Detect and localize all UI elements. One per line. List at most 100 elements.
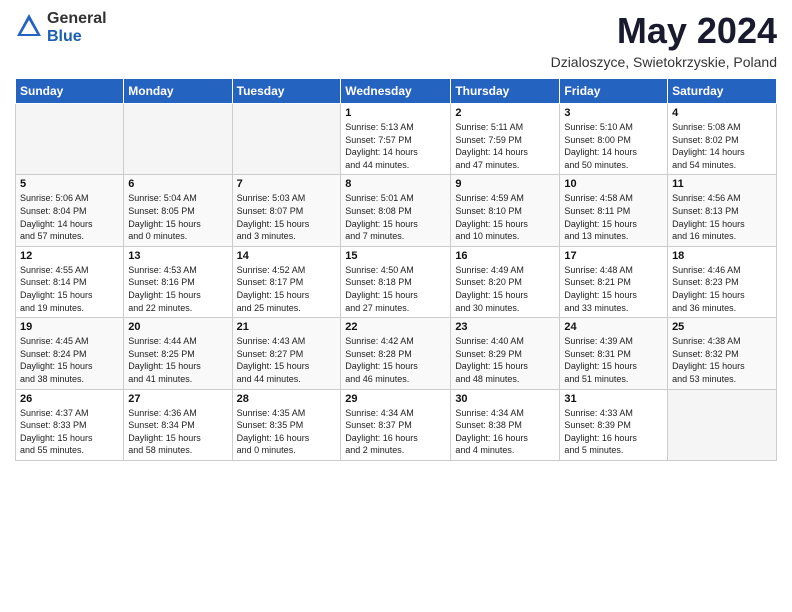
calendar-cell: 10 Sunrise: 4:58 AM Sunset: 8:11 PM Dayli… [560,175,668,246]
weekday-header-wednesday: Wednesday [341,79,451,104]
day-number: 6 [128,178,227,190]
weekday-header-thursday: Thursday [451,79,560,104]
weekday-header-monday: Monday [124,79,232,104]
day-number: 19 [20,321,119,333]
day-number: 23 [455,321,555,333]
calendar-body: 1Sunrise: 5:13 AM Sunset: 7:57 PM Daylig… [16,104,777,461]
calendar-cell: 9 Sunrise: 4:59 AM Sunset: 8:10 PM Daylig… [451,175,560,246]
cell-info: Sunrise: 4:46 AM Sunset: 8:23 PM Dayligh… [672,264,772,314]
cell-info: Sunrise: 4:35 AM Sunset: 8:35 PM Dayligh… [237,407,337,457]
cell-info: Sunrise: 5:04 AM Sunset: 8:05 PM Dayligh… [128,192,227,242]
cell-info: Sunrise: 4:49 AM Sunset: 8:20 PM Dayligh… [455,264,555,314]
cell-info: Sunrise: 4:58 AM Sunset: 8:11 PM Dayligh… [564,192,663,242]
calendar-cell: 7 Sunrise: 5:03 AM Sunset: 8:07 PM Daylig… [232,175,341,246]
day-number: 21 [237,321,337,333]
calendar: SundayMondayTuesdayWednesdayThursdayFrid… [15,78,777,461]
day-number: 8 [345,178,446,190]
calendar-header: SundayMondayTuesdayWednesdayThursdayFrid… [16,79,777,104]
logo-text: General Blue [47,10,107,45]
cell-info: Sunrise: 4:34 AM Sunset: 8:38 PM Dayligh… [455,407,555,457]
calendar-cell [232,104,341,175]
month-title: May 2024 [551,10,777,52]
cell-info: Sunrise: 4:42 AM Sunset: 8:28 PM Dayligh… [345,335,446,385]
weekday-header-sunday: Sunday [16,79,124,104]
day-number: 27 [128,393,227,405]
day-number: 7 [237,178,337,190]
day-number: 5 [20,178,119,190]
cell-info: Sunrise: 4:45 AM Sunset: 8:24 PM Dayligh… [20,335,119,385]
day-number: 2 [455,107,555,119]
weekday-header-row: SundayMondayTuesdayWednesdayThursdayFrid… [16,79,777,104]
day-number: 25 [672,321,772,333]
day-number: 16 [455,250,555,262]
location: Dzialoszyce, Swietokrzyskie, Poland [551,54,777,70]
day-number: 13 [128,250,227,262]
cell-info: Sunrise: 5:06 AM Sunset: 8:04 PM Dayligh… [20,192,119,242]
calendar-cell: 4 Sunrise: 5:08 AM Sunset: 8:02 PM Daylig… [668,104,777,175]
day-number: 18 [672,250,772,262]
cell-info: Sunrise: 5:08 AM Sunset: 8:02 PM Dayligh… [672,121,772,171]
calendar-cell [124,104,232,175]
calendar-cell: 26Sunrise: 4:37 AM Sunset: 8:33 PM Dayli… [16,389,124,460]
cell-info: Sunrise: 4:37 AM Sunset: 8:33 PM Dayligh… [20,407,119,457]
calendar-cell: 20Sunrise: 4:44 AM Sunset: 8:25 PM Dayli… [124,318,232,389]
cell-info: Sunrise: 4:50 AM Sunset: 8:18 PM Dayligh… [345,264,446,314]
day-number: 14 [237,250,337,262]
calendar-cell [668,389,777,460]
calendar-week-2: 5 Sunrise: 5:06 AM Sunset: 8:04 PM Daylig… [16,175,777,246]
calendar-cell: 13 Sunrise: 4:53 AM Sunset: 8:16 PM Dayli… [124,246,232,317]
calendar-cell: 31 Sunrise: 4:33 AM Sunset: 8:39 PM Dayli… [560,389,668,460]
cell-info: Sunrise: 4:52 AM Sunset: 8:17 PM Dayligh… [237,264,337,314]
calendar-week-5: 26Sunrise: 4:37 AM Sunset: 8:33 PM Dayli… [16,389,777,460]
calendar-cell: 23Sunrise: 4:40 AM Sunset: 8:29 PM Dayli… [451,318,560,389]
day-number: 10 [564,178,663,190]
calendar-cell: 14 Sunrise: 4:52 AM Sunset: 8:17 PM Dayli… [232,246,341,317]
day-number: 22 [345,321,446,333]
cell-info: Sunrise: 5:03 AM Sunset: 8:07 PM Dayligh… [237,192,337,242]
cell-info: Sunrise: 5:01 AM Sunset: 8:08 PM Dayligh… [345,192,446,242]
day-number: 29 [345,393,446,405]
cell-info: Sunrise: 4:34 AM Sunset: 8:37 PM Dayligh… [345,407,446,457]
calendar-cell: 15 Sunrise: 4:50 AM Sunset: 8:18 PM Dayli… [341,246,451,317]
cell-info: Sunrise: 4:59 AM Sunset: 8:10 PM Dayligh… [455,192,555,242]
day-number: 15 [345,250,446,262]
calendar-cell: 18 Sunrise: 4:46 AM Sunset: 8:23 PM Dayli… [668,246,777,317]
cell-info: Sunrise: 5:10 AM Sunset: 8:00 PM Dayligh… [564,121,663,171]
cell-info: Sunrise: 5:11 AM Sunset: 7:59 PM Dayligh… [455,121,555,171]
day-number: 28 [237,393,337,405]
page: General Blue May 2024 Dzialoszyce, Swiet… [0,0,792,612]
day-number: 31 [564,393,663,405]
title-block: May 2024 Dzialoszyce, Swietokrzyskie, Po… [551,10,777,70]
cell-info: Sunrise: 4:48 AM Sunset: 8:21 PM Dayligh… [564,264,663,314]
cell-info: Sunrise: 4:36 AM Sunset: 8:34 PM Dayligh… [128,407,227,457]
calendar-cell: 3Sunrise: 5:10 AM Sunset: 8:00 PM Daylig… [560,104,668,175]
calendar-cell: 24 Sunrise: 4:39 AM Sunset: 8:31 PM Dayli… [560,318,668,389]
cell-info: Sunrise: 4:33 AM Sunset: 8:39 PM Dayligh… [564,407,663,457]
logo-general-text: General [47,10,107,28]
day-number: 30 [455,393,555,405]
logo: General Blue [15,10,107,45]
cell-info: Sunrise: 4:39 AM Sunset: 8:31 PM Dayligh… [564,335,663,385]
cell-info: Sunrise: 4:43 AM Sunset: 8:27 PM Dayligh… [237,335,337,385]
cell-info: Sunrise: 4:38 AM Sunset: 8:32 PM Dayligh… [672,335,772,385]
day-number: 24 [564,321,663,333]
calendar-cell: 17Sunrise: 4:48 AM Sunset: 8:21 PM Dayli… [560,246,668,317]
day-number: 9 [455,178,555,190]
calendar-cell: 21 Sunrise: 4:43 AM Sunset: 8:27 PM Dayli… [232,318,341,389]
cell-info: Sunrise: 4:53 AM Sunset: 8:16 PM Dayligh… [128,264,227,314]
cell-info: Sunrise: 4:55 AM Sunset: 8:14 PM Dayligh… [20,264,119,314]
calendar-cell: 12Sunrise: 4:55 AM Sunset: 8:14 PM Dayli… [16,246,124,317]
calendar-cell: 19 Sunrise: 4:45 AM Sunset: 8:24 PM Dayli… [16,318,124,389]
calendar-week-1: 1Sunrise: 5:13 AM Sunset: 7:57 PM Daylig… [16,104,777,175]
cell-info: Sunrise: 5:13 AM Sunset: 7:57 PM Dayligh… [345,121,446,171]
calendar-cell: 8 Sunrise: 5:01 AM Sunset: 8:08 PM Daylig… [341,175,451,246]
calendar-cell: 29 Sunrise: 4:34 AM Sunset: 8:37 PM Dayli… [341,389,451,460]
calendar-cell: 16 Sunrise: 4:49 AM Sunset: 8:20 PM Dayli… [451,246,560,317]
calendar-week-3: 12Sunrise: 4:55 AM Sunset: 8:14 PM Dayli… [16,246,777,317]
calendar-cell [16,104,124,175]
weekday-header-saturday: Saturday [668,79,777,104]
calendar-cell: 28 Sunrise: 4:35 AM Sunset: 8:35 PM Dayli… [232,389,341,460]
day-number: 11 [672,178,772,190]
calendar-cell: 2 Sunrise: 5:11 AM Sunset: 7:59 PM Daylig… [451,104,560,175]
day-number: 4 [672,107,772,119]
